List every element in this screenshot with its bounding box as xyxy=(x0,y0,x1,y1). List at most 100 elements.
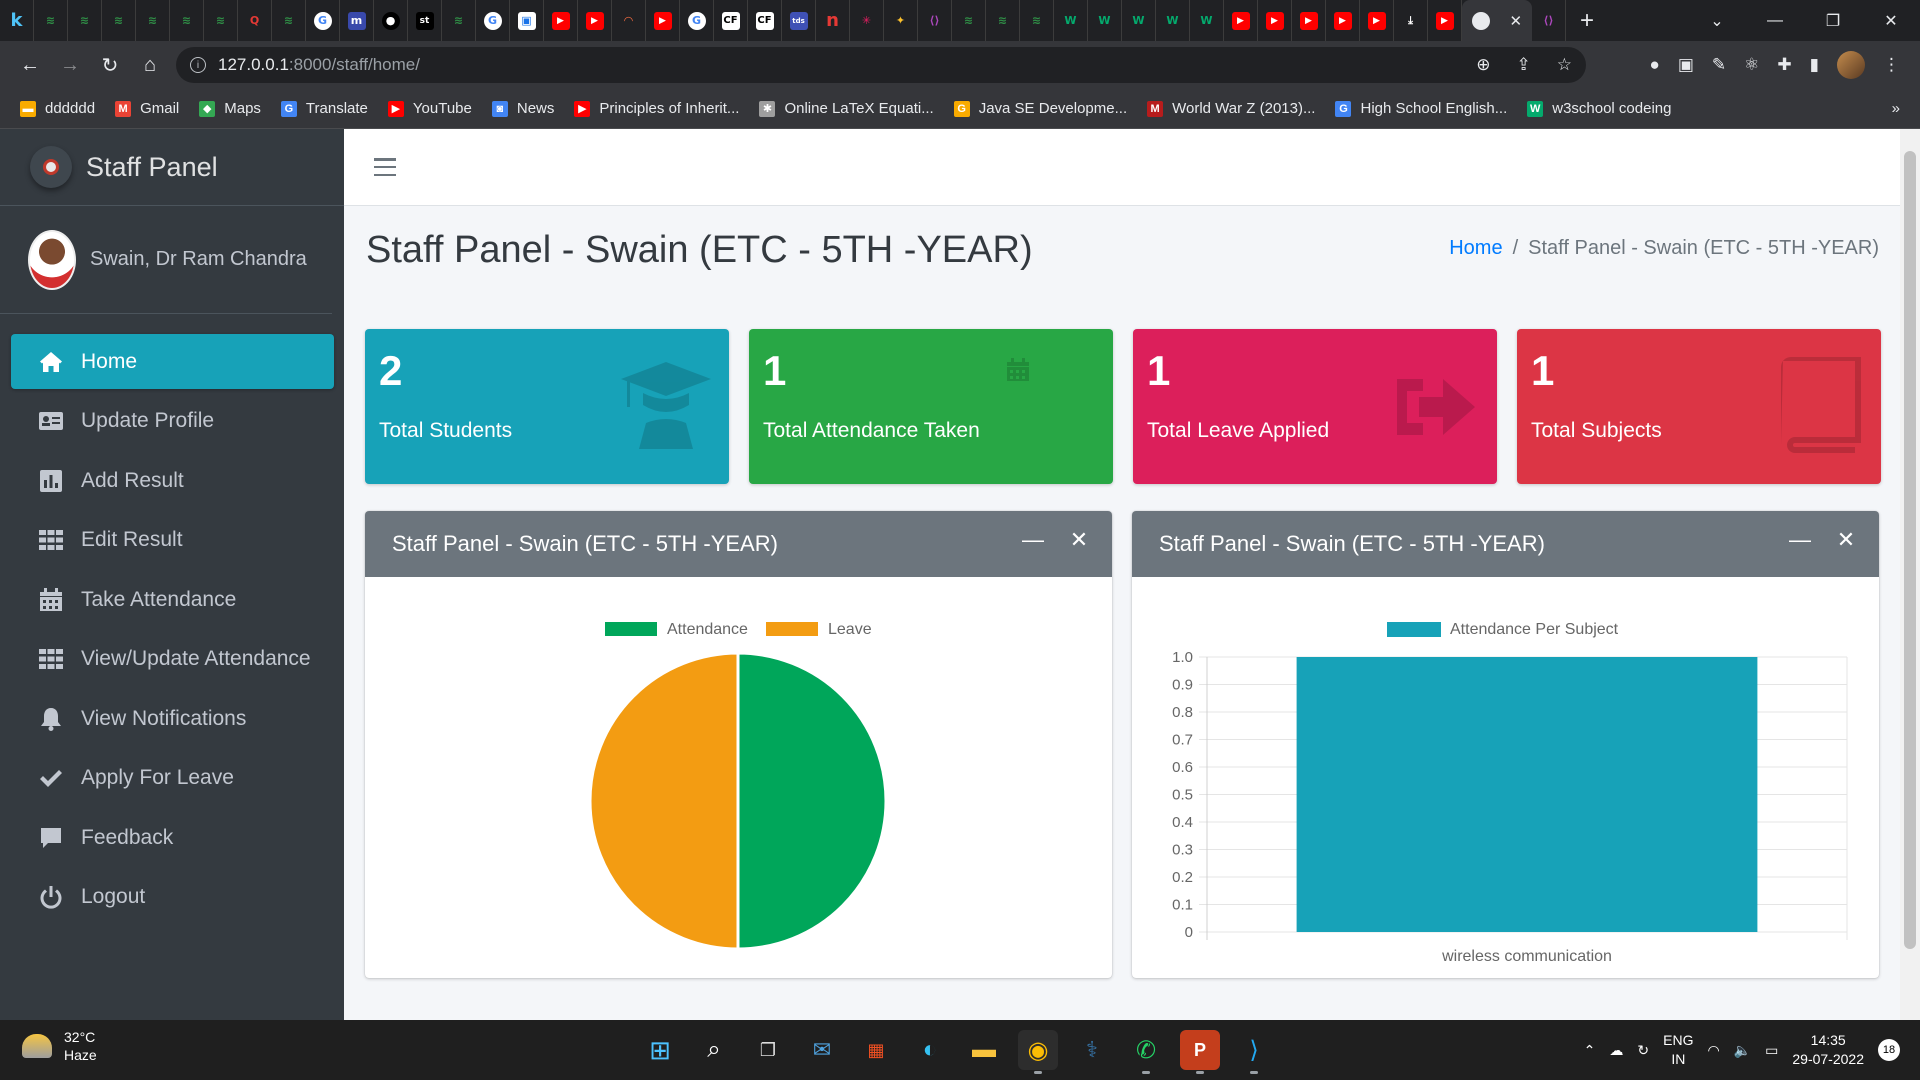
tab[interactable]: G xyxy=(306,0,340,41)
bookmark-item[interactable]: Ww3school codeing xyxy=(1527,100,1671,117)
sidebar-item-update-profile[interactable]: Update Profile xyxy=(11,394,334,449)
bookmark-item[interactable]: M World War Z (2013)... xyxy=(1147,100,1315,117)
tab[interactable]: ▶ xyxy=(1360,0,1394,41)
extension-icon[interactable]: ⚛ xyxy=(1744,55,1759,75)
side-panel-icon[interactable]: ▮ xyxy=(1810,55,1819,75)
scrollbar-thumb[interactable] xyxy=(1904,151,1916,949)
powerpoint-icon[interactable]: P xyxy=(1180,1030,1220,1074)
extension-icon[interactable]: ✎ xyxy=(1712,55,1726,75)
chrome-icon[interactable]: ◉ xyxy=(1018,1030,1058,1074)
tab[interactable]: G xyxy=(680,0,714,41)
start-menu-icon[interactable]: ⊞ xyxy=(640,1030,680,1070)
breadcrumb-home-link[interactable]: Home xyxy=(1449,237,1502,259)
bookmark-item[interactable]: ✱ Online LaTeX Equati... xyxy=(759,100,934,117)
tab[interactable]: n xyxy=(816,0,850,41)
tab[interactable]: st xyxy=(408,0,442,41)
tab[interactable]: ▶ xyxy=(578,0,612,41)
tab[interactable]: ≋ xyxy=(952,0,986,41)
sidebar-item-home[interactable]: Home xyxy=(11,334,334,389)
tab[interactable]: CF xyxy=(748,0,782,41)
brand-link[interactable]: Staff Panel xyxy=(0,129,344,206)
more-bookmarks-icon[interactable]: » xyxy=(1892,100,1900,117)
tab[interactable]: G xyxy=(476,0,510,41)
tab[interactable]: W xyxy=(1054,0,1088,41)
bookmark-item[interactable]: ▬ dddddd xyxy=(20,100,95,117)
forward-button[interactable]: → xyxy=(50,54,90,77)
pie-slice-attendance[interactable] xyxy=(736,651,888,951)
task-view-icon[interactable]: ❐ xyxy=(748,1030,788,1070)
tab[interactable]: ⟨⟩ xyxy=(1532,0,1566,41)
sidebar-item-take-attendance[interactable]: Take Attendance xyxy=(11,572,334,627)
site-info-icon[interactable]: i xyxy=(190,57,206,73)
tab[interactable]: ▶ xyxy=(1258,0,1292,41)
home-button[interactable]: ⌂ xyxy=(130,54,170,77)
tab[interactable]: ● xyxy=(374,0,408,41)
store-icon[interactable]: ▦ xyxy=(856,1030,896,1070)
tab[interactable]: ▶ xyxy=(646,0,680,41)
hamburger-menu-icon[interactable] xyxy=(374,158,396,176)
bookmark-item[interactable]: ◆ Maps xyxy=(199,100,261,117)
extension-icon[interactable]: ▣ xyxy=(1678,55,1694,75)
battery-icon[interactable]: ▭ xyxy=(1765,1042,1778,1059)
bookmark-item[interactable]: G High School English... xyxy=(1335,100,1507,117)
collapse-icon[interactable]: — xyxy=(1022,527,1044,553)
close-icon[interactable]: ✕ xyxy=(1835,527,1857,553)
tab[interactable]: ≋ xyxy=(204,0,238,41)
address-bar[interactable]: i 127.0.0.1:8000/staff/home/ ⊕ ⇪ ☆ xyxy=(176,47,1586,83)
tab[interactable]: ≋ xyxy=(68,0,102,41)
whatsapp-icon[interactable]: ✆ xyxy=(1126,1030,1166,1074)
wifi-icon[interactable]: ◠ xyxy=(1707,1042,1719,1059)
close-icon[interactable]: ✕ xyxy=(1068,527,1090,553)
bookmark-item[interactable]: ▶ Principles of Inherit... xyxy=(574,100,739,117)
show-hidden-icons-icon[interactable]: ⌃ xyxy=(1584,1042,1596,1059)
tab[interactable]: W xyxy=(1088,0,1122,41)
sidebar-item-edit-result[interactable]: Edit Result xyxy=(11,513,334,568)
close-window-button[interactable]: ✕ xyxy=(1862,11,1920,31)
tab[interactable]: ≋ xyxy=(442,0,476,41)
tab[interactable]: ▣ xyxy=(510,0,544,41)
tab[interactable]: ✳ xyxy=(850,0,884,41)
tab[interactable]: ≋ xyxy=(170,0,204,41)
bookmark-star-icon[interactable]: ☆ xyxy=(1557,55,1572,75)
tab[interactable]: W xyxy=(1122,0,1156,41)
page-scrollbar[interactable] xyxy=(1900,129,1920,1020)
new-tab-button[interactable]: + xyxy=(1566,7,1608,35)
restore-button[interactable]: ❐ xyxy=(1804,11,1862,31)
edge-icon[interactable]: ◐ xyxy=(910,1030,950,1070)
sidebar-item-view-notifications[interactable]: View Notifications xyxy=(11,691,334,746)
tab[interactable]: k xyxy=(0,0,34,41)
bookmark-item[interactable]: ◙ News xyxy=(491,100,554,117)
weather-widget[interactable]: 32°C Haze xyxy=(22,1028,97,1064)
close-tab-icon[interactable]: ✕ xyxy=(1510,12,1523,30)
notification-badge[interactable]: 18 xyxy=(1878,1039,1900,1061)
user-panel[interactable]: Swain, Dr Ram Chandra xyxy=(0,206,332,314)
tab[interactable]: CF xyxy=(714,0,748,41)
bar[interactable] xyxy=(1296,657,1758,932)
clock[interactable]: 14:35 29-07-2022 xyxy=(1792,1031,1864,1069)
tab[interactable]: ⤓ xyxy=(1394,0,1428,41)
python-icon[interactable]: ⚕ xyxy=(1072,1030,1112,1070)
search-icon[interactable]: ⌕ xyxy=(694,1030,734,1070)
tab[interactable]: ▶ xyxy=(1292,0,1326,41)
profile-avatar[interactable] xyxy=(1837,51,1865,79)
vscode-icon[interactable]: ⟩ xyxy=(1234,1030,1274,1074)
sidebar-item-add-result[interactable]: Add Result xyxy=(11,453,334,508)
collapse-icon[interactable]: — xyxy=(1789,527,1811,553)
tab[interactable]: ⟨⟩ xyxy=(918,0,952,41)
volume-icon[interactable]: 🔈 xyxy=(1734,1042,1751,1059)
bookmark-item[interactable]: M Gmail xyxy=(115,100,179,117)
tab-search-icon[interactable]: ⌄ xyxy=(1688,11,1746,31)
back-button[interactable]: ← xyxy=(10,54,50,77)
minimize-button[interactable]: — xyxy=(1746,12,1804,30)
tab[interactable]: ▶ xyxy=(1326,0,1360,41)
bookmark-item[interactable]: ▶ YouTube xyxy=(387,100,472,117)
sidebar-item-view-update-attendance[interactable]: View/Update Attendance xyxy=(11,632,334,687)
extensions-puzzle-icon[interactable]: ✚ xyxy=(1777,55,1791,75)
pie-slice-leave[interactable] xyxy=(588,651,740,951)
zoom-icon[interactable]: ⊕ xyxy=(1476,55,1490,75)
tab[interactable]: ▶ xyxy=(1224,0,1258,41)
file-explorer-icon[interactable]: ▬ xyxy=(964,1030,1004,1070)
tab[interactable]: ≋ xyxy=(136,0,170,41)
tab[interactable]: ▶ xyxy=(544,0,578,41)
extension-icon[interactable]: ● xyxy=(1650,55,1660,75)
